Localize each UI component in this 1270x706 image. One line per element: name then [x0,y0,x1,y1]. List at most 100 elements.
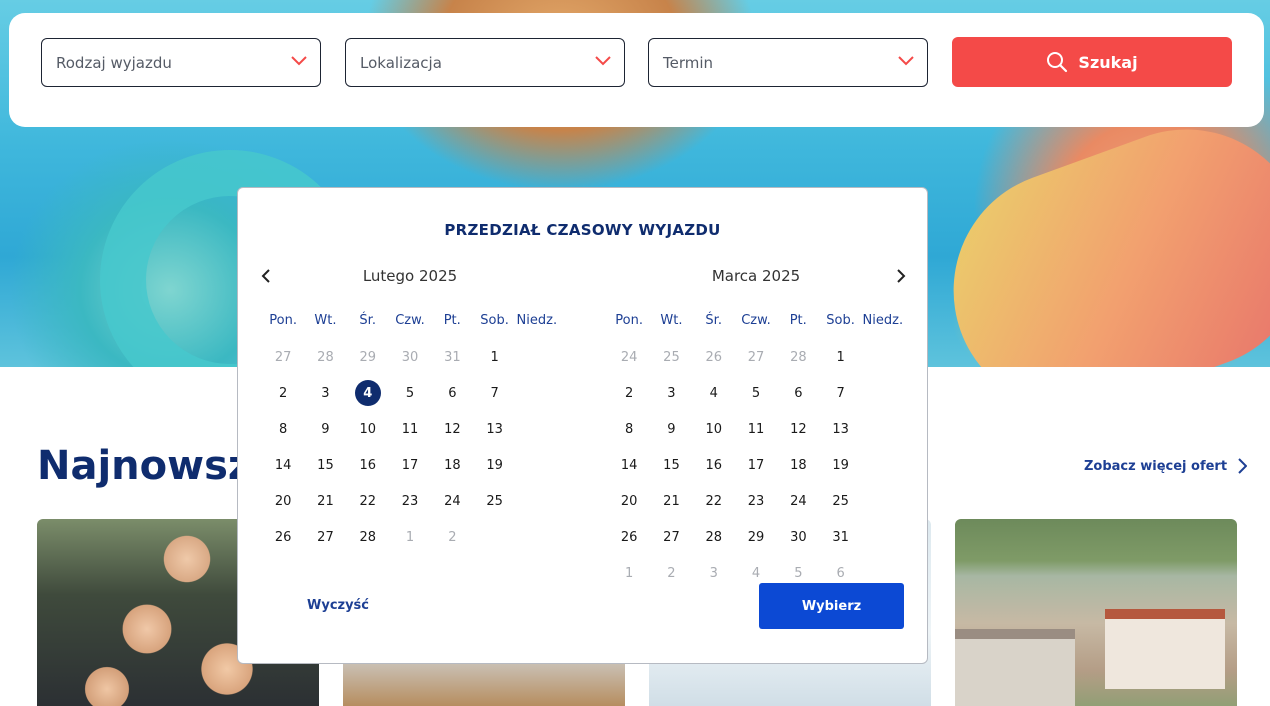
day-cell[interactable]: 5 [389,375,431,411]
day-cell[interactable]: 3 [304,375,346,411]
month-label: Lutego 2025 [362,267,458,285]
day-cell[interactable]: 28 [693,519,735,555]
day-cell[interactable]: 21 [650,483,692,519]
day-number: 17 [747,457,765,473]
day-number: 28 [317,349,334,365]
more-offers-link[interactable]: Zobacz więcej ofert [1084,458,1248,474]
day-cell[interactable]: 23 [735,483,777,519]
day-cell[interactable]: 7 [473,375,515,411]
day-number: 10 [359,421,377,437]
day-cell[interactable]: 2 [608,375,650,411]
day-cell[interactable]: 4 [693,375,735,411]
day-cell[interactable]: 21 [304,483,346,519]
day-cell[interactable]: 12 [431,411,473,447]
search-button[interactable]: Szukaj [952,37,1232,87]
day-cell[interactable]: 17 [735,447,777,483]
day-cell[interactable]: 11 [735,411,777,447]
day-cell-selected[interactable]: 4 [347,375,389,411]
day-cell[interactable]: 30 [777,519,819,555]
day-number: 3 [321,385,330,401]
popup-title: PRZEDZIAŁ CZASOWY WYJAZDU [444,221,721,239]
date-placeholder: Termin [663,53,714,72]
day-cell[interactable]: 20 [608,483,650,519]
day-number: 14 [620,457,638,473]
day-cell[interactable]: 31 [819,519,861,555]
offer-card-image[interactable] [955,519,1237,706]
day-cell[interactable]: 3 [650,375,692,411]
day-cell[interactable]: 9 [650,411,692,447]
day-cell[interactable]: 25 [819,483,861,519]
day-number: 2 [625,385,634,401]
day-number: 1 [836,349,845,365]
day-cell[interactable]: 19 [819,447,861,483]
day-cell[interactable]: 24 [777,483,819,519]
day-cell[interactable]: 2 [262,375,304,411]
day-number: 5 [751,385,761,401]
day-cell[interactable]: 23 [389,483,431,519]
day-cell[interactable]: 15 [304,447,346,483]
day-cell[interactable]: 7 [819,375,861,411]
day-cell[interactable]: 29 [735,519,777,555]
day-number: 27 [317,529,334,545]
day-cell[interactable]: 10 [693,411,735,447]
date-range-popup: PRZEDZIAŁ CZASOWY WYJAZDU Lutego 2025 Po… [237,187,928,664]
day-number: 26 [705,349,723,365]
building [1105,609,1225,689]
day-cell[interactable]: 18 [777,447,819,483]
day-number: 9 [667,421,676,437]
day-number: 24 [444,493,461,509]
day-cell[interactable]: 20 [262,483,304,519]
day-cell[interactable]: 13 [819,411,861,447]
day-cell[interactable]: 1 [473,339,515,375]
day-cell[interactable]: 6 [777,375,819,411]
day-cell: 2 [431,519,473,555]
day-cell: 1 [608,555,650,591]
choose-button[interactable]: Wybierz [759,583,904,629]
day-cell: 25 [650,339,692,375]
day-cell[interactable]: 17 [389,447,431,483]
day-cell[interactable]: 10 [347,411,389,447]
date-select[interactable]: Termin [648,38,928,87]
day-cell[interactable]: 18 [431,447,473,483]
day-cell[interactable]: 11 [389,411,431,447]
day-cell[interactable]: 13 [473,411,515,447]
day-cell[interactable]: 9 [304,411,346,447]
location-select[interactable]: Lokalizacja [345,38,625,87]
day-cell: 26 [693,339,735,375]
day-cell[interactable]: 5 [735,375,777,411]
day-grid: 24 25 26 27 28 1 2 3 4 5 6 7 8 9 10 11 12 13 14 15 16 17 18 19 2… [608,339,904,591]
day-number: 2 [448,529,457,545]
day-number: 28 [705,529,723,545]
day-number: 25 [832,493,849,509]
day-cell[interactable]: 16 [347,447,389,483]
day-cell[interactable]: 27 [650,519,692,555]
day-cell[interactable]: 12 [777,411,819,447]
day-cell[interactable]: 19 [473,447,515,483]
clear-button[interactable]: Wyczyść [307,598,369,613]
day-number: 23 [747,493,765,509]
day-number: 6 [448,385,457,401]
day-cell[interactable]: 24 [431,483,473,519]
day-number: 31 [444,349,461,365]
day-cell[interactable]: 8 [608,411,650,447]
day-cell[interactable]: 6 [431,375,473,411]
day-cell[interactable]: 25 [473,483,515,519]
weekday-label: Wt. [314,313,337,328]
inflatable [919,95,1270,367]
day-cell[interactable]: 14 [608,447,650,483]
day-cell[interactable]: 15 [650,447,692,483]
day-cell[interactable]: 22 [347,483,389,519]
day-cell[interactable]: 14 [262,447,304,483]
day-cell[interactable]: 16 [693,447,735,483]
day-cell[interactable]: 8 [262,411,304,447]
day-cell[interactable]: 28 [347,519,389,555]
day-cell: 28 [304,339,346,375]
day-cell[interactable]: 22 [693,483,735,519]
day-cell[interactable]: 27 [304,519,346,555]
day-cell[interactable]: 1 [819,339,861,375]
day-cell[interactable]: 26 [262,519,304,555]
trip-type-select[interactable]: Rodzaj wyjazdu [41,38,321,87]
day-number: 11 [401,421,419,437]
day-cell[interactable]: 26 [608,519,650,555]
day-number: 18 [444,457,461,473]
